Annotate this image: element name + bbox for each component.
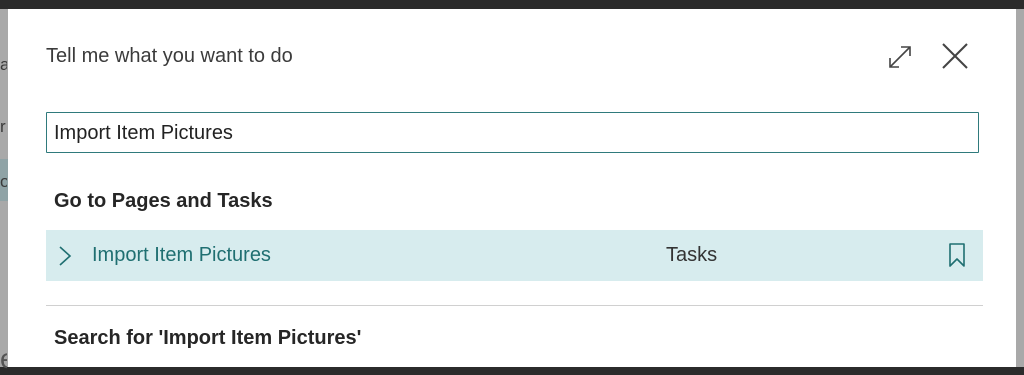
section-heading-pages-and-tasks: Go to Pages and Tasks [54,190,273,212]
search-box[interactable] [46,112,979,153]
search-input[interactable] [54,120,969,146]
dialog-title: Tell me what you want to do [46,45,293,67]
tell-me-dialog: Tell me what you want to do Go to Pages … [8,9,1016,367]
expand-button[interactable] [884,41,916,73]
background-text-fragment: as [0,55,7,74]
close-icon [942,43,968,69]
section-heading-search-for[interactable]: Search for 'Import Item Pictures' [54,327,361,350]
background-text-fragment: or [0,172,7,191]
background-text-fragment: r [0,117,6,136]
chevron-right-icon [59,246,72,266]
bookmark-icon[interactable] [947,242,967,268]
result-row[interactable]: Import Item Pictures Tasks [46,230,983,281]
result-label[interactable]: Import Item Pictures [92,244,271,267]
expand-icon [889,46,911,68]
divider [46,305,983,306]
result-category: Tasks [666,244,718,266]
background-text-fragment: e [0,343,7,375]
top-bar [0,0,1024,9]
close-button[interactable] [939,40,971,72]
